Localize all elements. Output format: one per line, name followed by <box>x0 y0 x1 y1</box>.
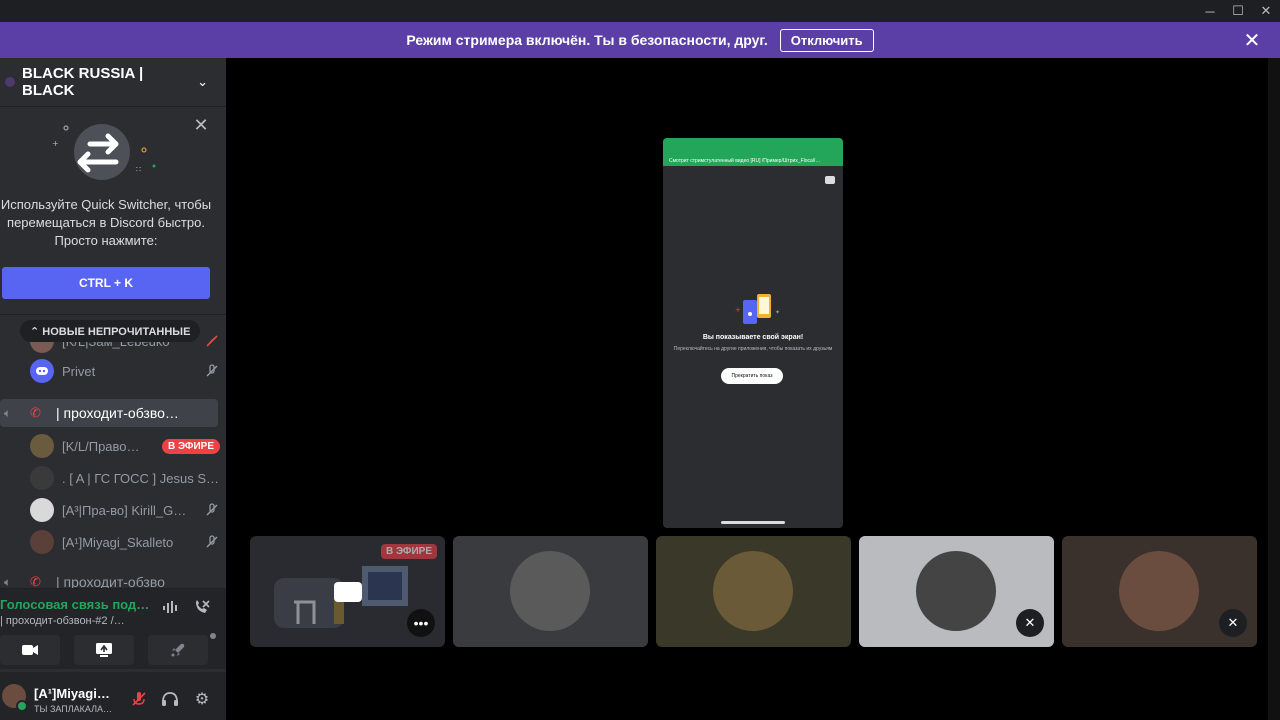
participant-tile[interactable]: ✕ <box>859 536 1054 647</box>
member-name: [A³|Пра-во] Kirill_G… <box>62 502 187 518</box>
user-panel: [A¹]Miyagi… ТЫ ЗАПЛАКАЛА… ⚙ <box>0 672 226 720</box>
mic-muted-icon: ✕ <box>1016 609 1044 637</box>
camera-icon <box>334 582 362 602</box>
divider <box>0 314 226 315</box>
activities-button[interactable] <box>148 635 208 665</box>
headphones-icon[interactable] <box>159 688 181 710</box>
phone-icon: ✆ <box>30 405 41 420</box>
avatar <box>30 498 54 522</box>
new-unreads-button[interactable]: ⌃ НОВЫЕ НЕПРОЧИТАННЫЕ <box>20 320 201 342</box>
video-camera-button[interactable] <box>0 635 60 665</box>
voice-member[interactable]: [A³|Пра-во] Kirill_G… <box>30 497 220 523</box>
svg-text:+: + <box>52 139 59 148</box>
avatar <box>30 530 54 554</box>
mic-muted-icon <box>204 534 220 550</box>
signal-icon[interactable] <box>160 597 180 617</box>
member-name: . [ A | ГС ГОСС ] Jesus St… <box>62 470 220 486</box>
avatar <box>30 466 54 490</box>
discord-logo-icon <box>30 359 54 383</box>
gear-icon[interactable]: ⚙ <box>191 688 213 710</box>
svg-text:∷: ∷ <box>136 165 141 174</box>
muted-icon <box>204 333 220 349</box>
speaker-icon: 🔈︎ <box>4 405 12 420</box>
maximize-button[interactable]: ☐ <box>1223 0 1253 22</box>
minimize-button[interactable]: ─ <box>1195 0 1225 22</box>
server-icon <box>5 77 15 87</box>
avatar <box>713 551 793 631</box>
chevron-down-icon: ⌄ <box>197 74 208 89</box>
stream-title: Вы показываете свой экран! <box>702 334 804 341</box>
close-icon[interactable]: ✕ <box>190 114 212 136</box>
voice-status[interactable]: Голосовая связь под… <box>0 597 149 612</box>
voice-member[interactable]: [K/L/Право… В ЭФИРЕ <box>30 433 220 459</box>
member-name: [A¹]Miyagi_Skalleto <box>62 534 174 550</box>
svg-text:✦: ✦ <box>775 309 780 316</box>
participant-tile[interactable]: ✕ <box>1062 536 1257 647</box>
channel-sidebar: BLACK RUSSIA | BLACK ⌄ + ∷ ✕ Используйте… <box>0 58 226 720</box>
screen-share-button[interactable] <box>74 635 134 665</box>
stop-sharing-button[interactable]: Прекратить показ <box>721 368 783 384</box>
pip-icon <box>825 176 835 184</box>
avatar <box>510 551 590 631</box>
svg-text:+: + <box>735 306 741 314</box>
screen-share-stream[interactable]: Смотрит стримстулатенный видео [RU] /При… <box>663 138 843 528</box>
camera-icon <box>22 645 38 655</box>
scrollbar[interactable] <box>1268 58 1280 720</box>
voice-connection-panel: Голосовая связь под… | проходит-обзвон-#… <box>0 588 226 669</box>
server-name: BLACK RUSSIA | BLACK <box>22 65 144 99</box>
voice-member[interactable]: . [ A | ГС ГОСС ] Jesus St… <box>30 465 220 491</box>
member-name: [K/L/Право… <box>62 438 140 454</box>
mic-muted-icon: ✕ <box>1219 609 1247 637</box>
mic-muted-icon <box>204 502 220 518</box>
home-indicator <box>721 521 785 524</box>
streamer-mode-banner: Режим стримера включён. Ты в безопасност… <box>0 22 1280 58</box>
notification-dot <box>210 633 216 639</box>
screen-share-icon <box>96 643 112 657</box>
quick-switcher-shortcut-button[interactable]: CTRL + K <box>2 267 210 299</box>
voice-channel-active[interactable]: 🔈︎ ✆ | проходит-обзво… <box>0 399 218 427</box>
mute-mic-icon[interactable] <box>128 688 150 710</box>
banner-text: Режим стримера включён. Ты в безопасност… <box>406 32 768 48</box>
close-icon[interactable]: ✕ <box>1240 28 1264 52</box>
server-header[interactable]: BLACK RUSSIA | BLACK ⌄ <box>0 58 226 107</box>
avatar <box>30 434 54 458</box>
voice-channel-link[interactable]: | проходит-обзвон-#2 /… <box>0 615 125 627</box>
stream-description: Переключайтесь на другие приложения, что… <box>673 346 833 352</box>
rocket-icon <box>171 643 185 657</box>
more-options-icon[interactable]: ••• <box>407 609 435 637</box>
live-badge: В ЭФИРЕ <box>380 544 437 559</box>
channel-name: | проходит-обзво… <box>56 405 179 421</box>
voice-member[interactable]: Privet <box>30 358 220 384</box>
participant-tile[interactable] <box>656 536 851 647</box>
member-name: Privet <box>62 363 96 379</box>
screen-share-illustration-icon: + ✦ <box>735 294 780 324</box>
live-badge: В ЭФИРЕ <box>161 438 220 454</box>
participant-tile[interactable] <box>453 536 648 647</box>
voice-member[interactable]: [A¹]Miyagi_Skalleto <box>30 529 220 555</box>
quick-switcher-text: Используйте Quick Switcher, чтобы переме… <box>0 197 212 248</box>
online-status-indicator <box>16 700 28 712</box>
disconnect-icon[interactable] <box>192 597 212 617</box>
user-status: ТЫ ЗАПЛАКАЛА… <box>34 704 113 714</box>
disable-streamer-mode-button[interactable]: Отключить <box>779 28 874 52</box>
window-titlebar: ─ ☐ ✕ <box>0 0 1280 22</box>
close-window-button[interactable]: ✕ <box>1251 0 1280 22</box>
swap-arrows-icon: + ∷ <box>52 124 156 180</box>
avatar <box>1119 551 1199 631</box>
avatar <box>916 551 996 631</box>
username[interactable]: [A¹]Miyagi… <box>34 686 114 701</box>
mic-muted-icon <box>204 363 220 379</box>
phone-notification-text: Смотрит стримстулатенный видео [RU] /При… <box>669 158 821 164</box>
participant-tile-streaming[interactable]: В ЭФИРЕ ••• <box>250 536 445 647</box>
